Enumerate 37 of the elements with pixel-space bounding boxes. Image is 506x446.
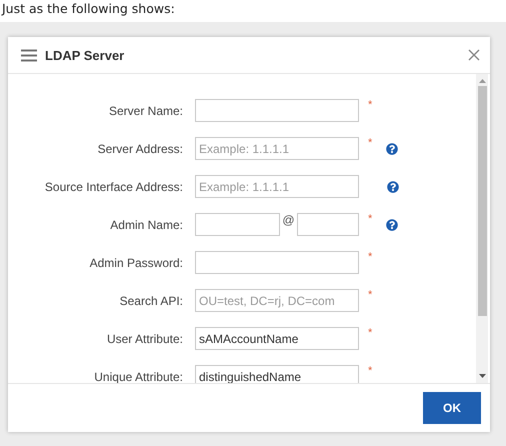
menu-icon — [21, 48, 37, 62]
scroll-thumb[interactable] — [478, 86, 486, 316]
help-icon[interactable] — [386, 218, 398, 230]
ok-button[interactable]: OK — [423, 392, 481, 424]
field-label: Server Address: — [96, 142, 184, 156]
input-field[interactable] — [297, 213, 359, 236]
required-mark: * — [368, 327, 372, 339]
required-mark: * — [368, 365, 372, 377]
scroll-up-icon[interactable] — [478, 79, 486, 83]
field-label: Source Interface Address: — [44, 180, 184, 194]
field-label: Admin Name: — [109, 218, 184, 232]
input-field[interactable] — [195, 99, 359, 122]
scrollbar[interactable] — [476, 74, 488, 383]
help-icon[interactable] — [386, 142, 398, 154]
close-icon[interactable] — [468, 49, 480, 61]
required-mark: * — [368, 99, 372, 111]
help-icon[interactable] — [387, 180, 399, 192]
field-label: User Attribute: — [106, 332, 184, 346]
dialog-title: LDAP Server — [45, 48, 126, 62]
input-field[interactable]: OU=test, DC=rj, DC=com — [195, 289, 359, 312]
required-mark: * — [368, 213, 372, 225]
caption-text: Just as the following shows: — [0, 0, 175, 18]
input-field[interactable]: distinguishedName — [195, 365, 359, 383]
field-label: Server Name: — [108, 104, 184, 118]
required-mark: * — [368, 289, 372, 301]
input-field[interactable] — [195, 213, 280, 236]
input-field[interactable] — [195, 251, 359, 274]
required-mark: * — [368, 251, 372, 263]
scroll-down-icon[interactable] — [478, 374, 486, 378]
field-label: Admin Password: — [88, 256, 184, 270]
at-sign: @ — [281, 213, 296, 227]
input-field[interactable]: Example: 1.1.1.1 — [195, 137, 359, 160]
field-label: Search API: — [118, 294, 184, 308]
field-label: Unique Attribute: — [93, 370, 184, 383]
required-mark: * — [368, 137, 372, 149]
input-field[interactable]: sAMAccountName — [195, 327, 359, 350]
input-field[interactable]: Example: 1.1.1.1 — [195, 175, 359, 198]
